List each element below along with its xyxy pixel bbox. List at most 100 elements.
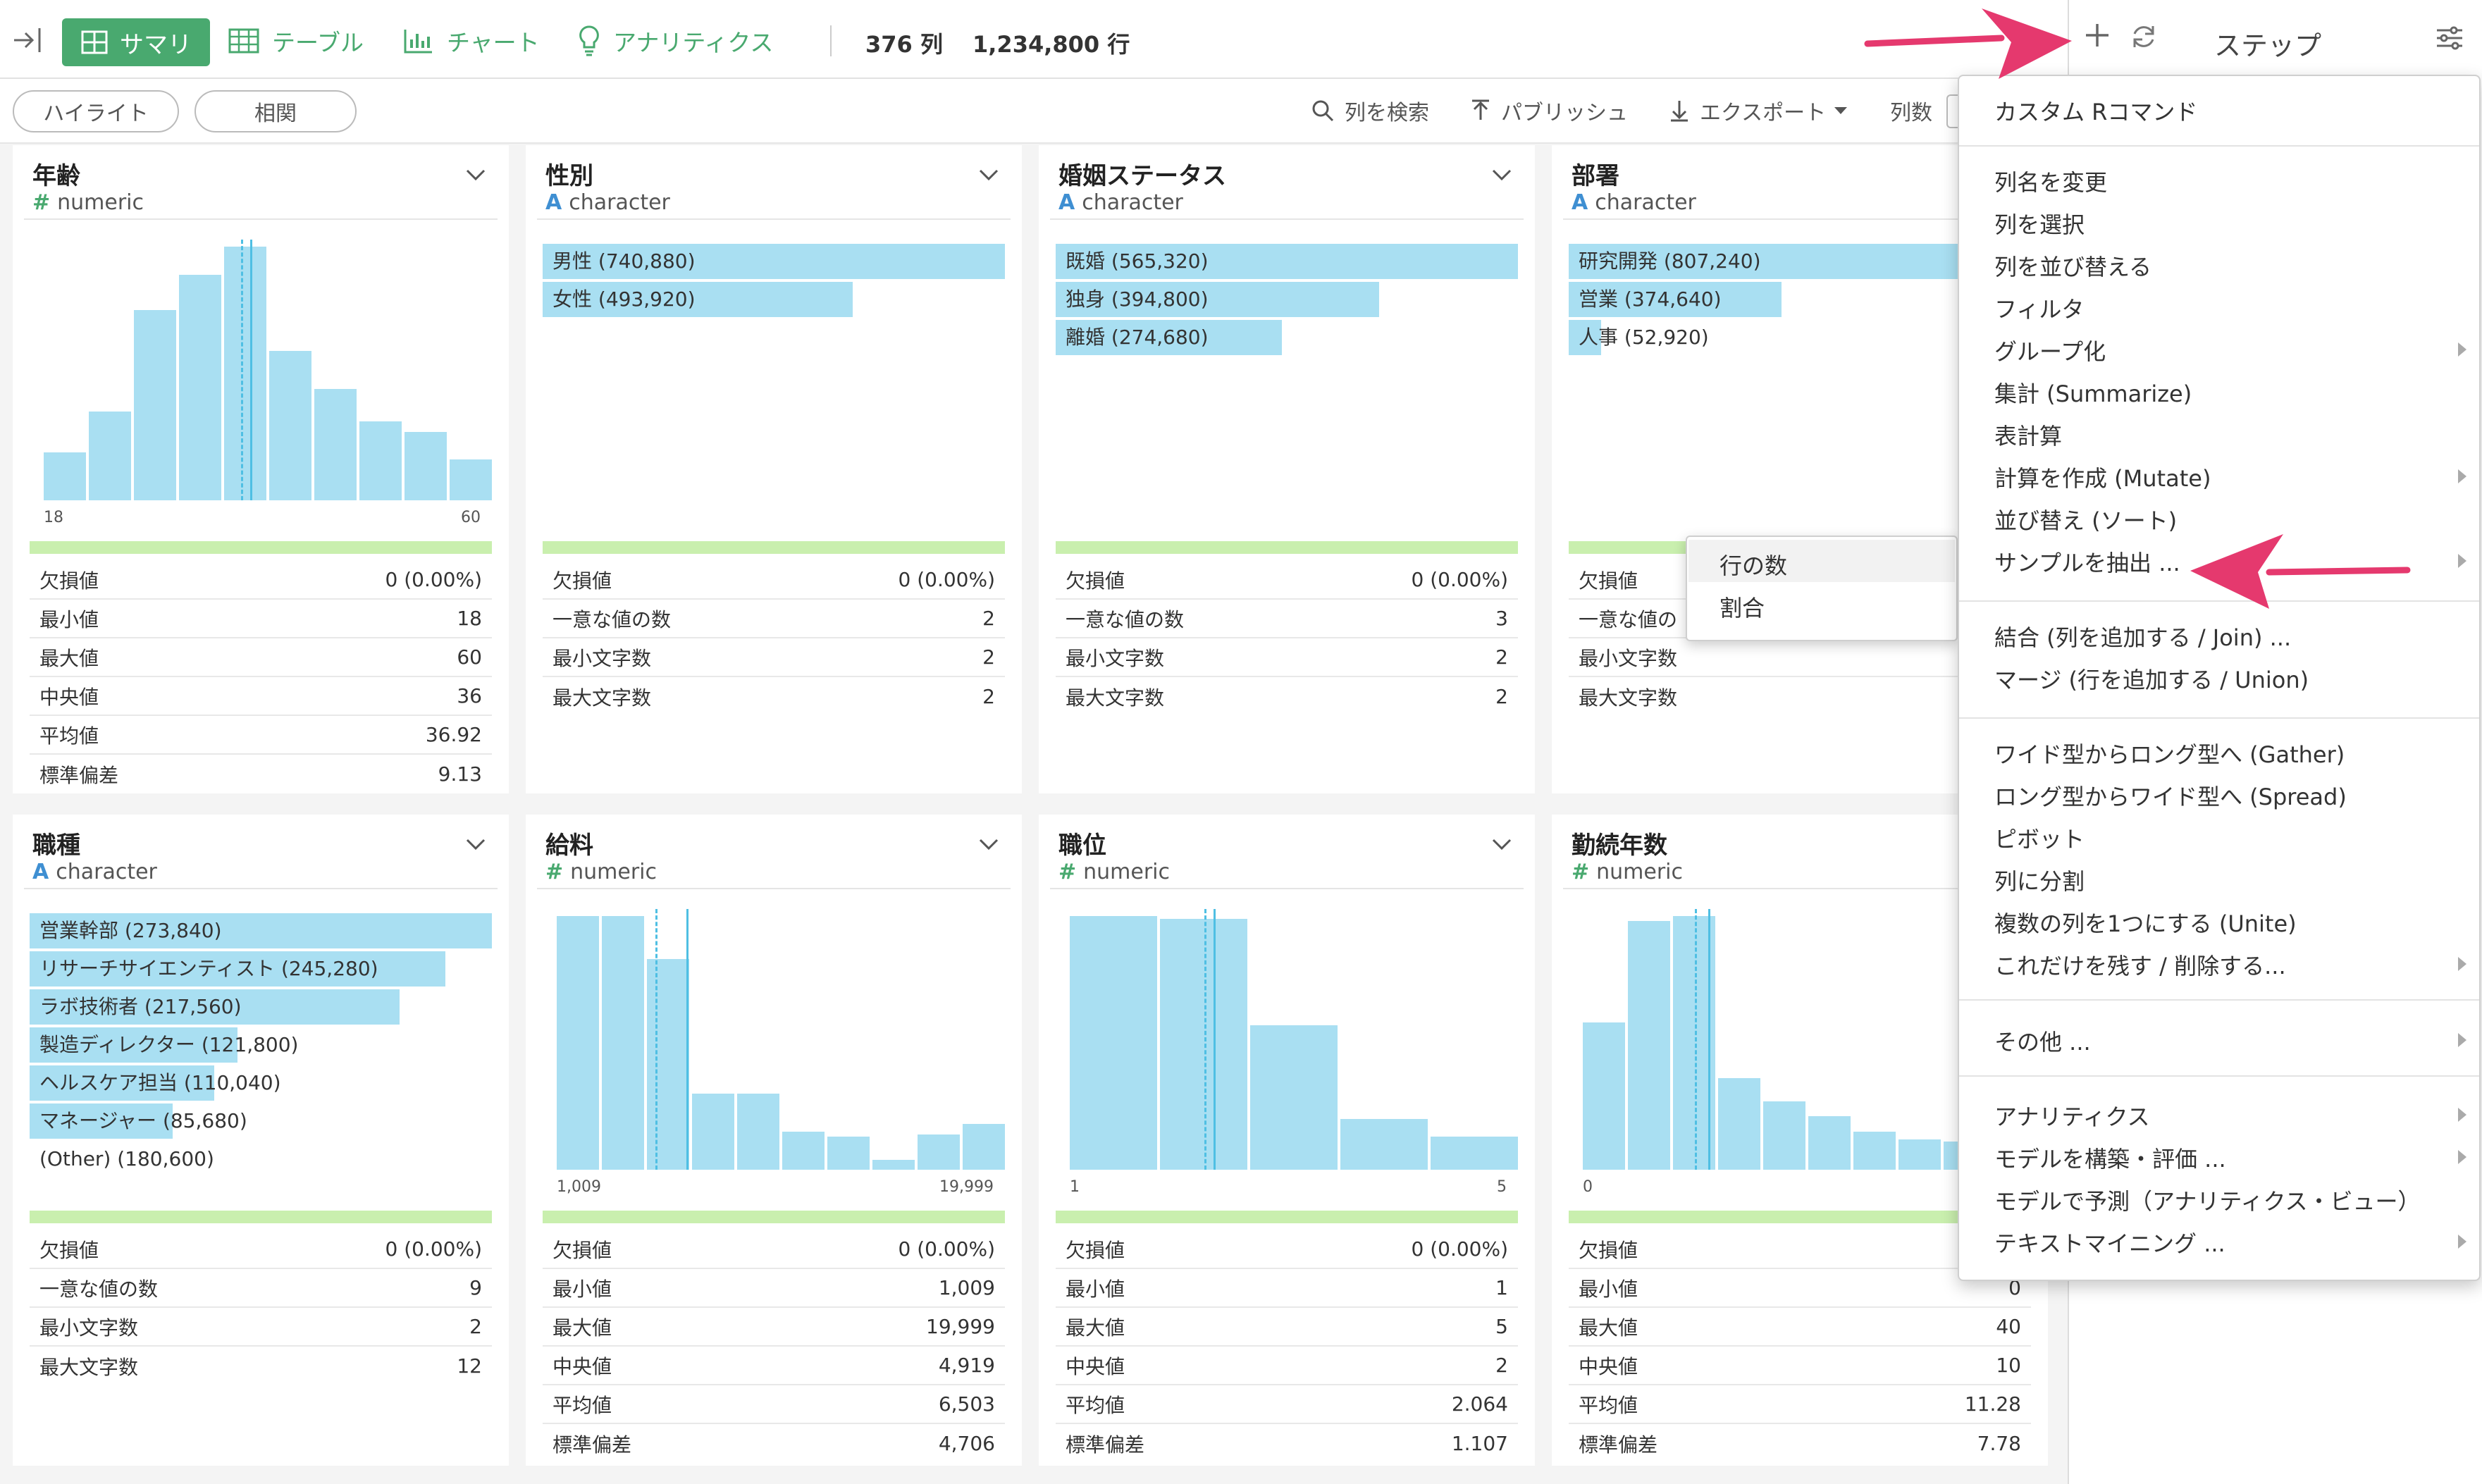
menu-item-group-by[interactable]: グループ化	[1994, 334, 2106, 366]
submenu-item-ratio[interactable]: 割合	[1720, 590, 1765, 623]
character-type-icon: A	[1058, 190, 1075, 215]
menu-item-pivot[interactable]: ピボット	[1994, 822, 2085, 854]
tab-chart[interactable]: チャート	[403, 20, 540, 62]
tab-table[interactable]: テーブル	[228, 20, 364, 62]
add-step-menu: カスタム Rコマンド 列名を変更列を選択列を並び替える フィルタグループ化集計 (S…	[1958, 75, 2481, 1281]
chevron-down-icon[interactable]	[978, 168, 999, 182]
menu-item-text-mining[interactable]: テキストマイニング ...	[1994, 1226, 2225, 1259]
stat-label: 標準偏差	[1579, 1433, 1658, 1457]
tab-analytics[interactable]: アナリティクス	[578, 20, 773, 62]
menu-item-select-columns[interactable]: 列を選択	[1994, 207, 2085, 240]
menu-item-mutate[interactable]: 計算を作成 (Mutate)	[1994, 461, 2211, 493]
stats-row: 一意な値の数 2	[543, 600, 1005, 638]
stat-label: 最大値	[39, 646, 99, 670]
bar-label: 営業 (374,640)	[1579, 287, 1722, 311]
bar-row[interactable]: マネージャー (85,680)	[30, 1103, 492, 1139]
bar-row[interactable]: リサーチサイエンティスト (245,280)	[30, 951, 492, 987]
stat-value: 18	[457, 607, 482, 630]
search-columns-button[interactable]: 列を検索	[1311, 93, 1429, 128]
menu-item-rename-columns[interactable]: 列名を変更	[1994, 165, 2107, 197]
collapse-sidebar-icon[interactable]	[11, 24, 44, 59]
stat-label: 標準偏差	[1066, 1433, 1145, 1457]
menu-item-join[interactable]: 結合 (列を追加する / Join) ...	[1994, 620, 2291, 653]
bar-row[interactable]: ヘルスケア担当 (110,040)	[30, 1065, 492, 1101]
axis-min-label: 1	[1070, 1178, 1080, 1196]
bar-row[interactable]: 既婚 (565,320)	[1056, 244, 1518, 279]
chevron-down-icon[interactable]	[978, 837, 999, 851]
menu-item-union[interactable]: マージ (行を追加する / Union)	[1994, 662, 2309, 695]
highlight-button[interactable]: ハイライト	[13, 90, 179, 132]
menu-item-unite[interactable]: 複数の列を1つにする (Unite)	[1994, 906, 2297, 939]
menu-item-sample[interactable]: サンプルを抽出 ...	[1994, 545, 2180, 578]
bar-row[interactable]: 離婚 (274,680)	[1056, 320, 1518, 355]
stat-label: 欠損値	[1579, 1238, 1638, 1262]
histogram-bar	[647, 959, 689, 1170]
stat-value: 2	[982, 607, 995, 630]
bar-label: リサーチサイエンティスト (245,280)	[39, 957, 378, 980]
refresh-icon[interactable]	[2130, 23, 2158, 54]
chevron-down-icon[interactable]	[465, 168, 486, 182]
completeness-bar	[1056, 541, 1518, 554]
menu-item-other[interactable]: その他 ...	[1994, 1025, 2091, 1057]
column-type: Acharacter	[1572, 190, 1696, 215]
axis-max-label: 19,999	[939, 1178, 994, 1196]
stats-table: 欠損値 0 (0.00%) 最小値 1,009 最大値 19,999 中央値 4,919 平均値…	[543, 1230, 1005, 1463]
settings-sliders-icon[interactable]	[2435, 25, 2464, 54]
chevron-down-icon[interactable]	[465, 837, 486, 851]
column-name: 給料	[545, 831, 593, 860]
stats-row: 最大値 40	[1569, 1308, 2031, 1347]
menu-item-predict-model[interactable]: モデルで予測（アナリティクス・ビュー）	[1994, 1184, 2420, 1216]
tab-summary[interactable]: サマリ	[62, 18, 210, 66]
export-button[interactable]: エクスポート	[1669, 93, 1848, 128]
menu-item-custom-r-command[interactable]: カスタム Rコマンド	[1994, 94, 2197, 127]
publish-button[interactable]: パブリッシュ	[1470, 93, 1628, 128]
menu-item-build-model[interactable]: モデルを構築・評価 ...	[1994, 1142, 2226, 1174]
mean-line	[686, 909, 689, 1170]
menu-separator	[1959, 999, 2479, 1001]
bar-row[interactable]: (Other) (180,600)	[30, 1142, 492, 1177]
stat-label: 最大文字数	[1066, 686, 1165, 710]
row-count: 1,234,800 行	[973, 31, 1130, 58]
correlation-button[interactable]: 相関	[195, 90, 357, 132]
column-type-label: character	[56, 860, 157, 884]
column-card: 職種 Acharacter 営業幹部 (273,840) リサーチサイエンティスト (…	[13, 815, 509, 1466]
histogram-bar	[963, 1124, 1005, 1170]
menu-item-analytics[interactable]: アナリティクス	[1994, 1099, 2149, 1132]
stats-row: 最小文字数 2	[543, 638, 1005, 677]
menu-item-sort[interactable]: 並び替え (ソート)	[1994, 503, 2177, 536]
stat-value: 36.92	[425, 723, 482, 746]
menu-item-summarize[interactable]: 集計 (Summarize)	[1994, 376, 2192, 409]
annotation-arrow-menu	[2190, 534, 2411, 609]
menu-item-keep-remove[interactable]: これだけを残す / 削除する...	[1994, 948, 2286, 981]
histogram-bar	[1340, 1119, 1428, 1170]
menu-item-spread[interactable]: ロング型からワイド型へ (Spread)	[1994, 779, 2347, 812]
bar-row[interactable]: ラボ技術者 (217,560)	[30, 989, 492, 1025]
menu-item-reorder-columns[interactable]: 列を並び替える	[1994, 249, 2151, 282]
numeric-type-icon: #	[545, 860, 564, 884]
chevron-down-icon[interactable]	[1491, 168, 1512, 182]
bar-row[interactable]: 女性 (493,920)	[543, 282, 1005, 317]
histogram-bar	[1250, 1025, 1338, 1170]
bar-label: 男性 (740,880)	[552, 249, 696, 273]
bar-row[interactable]: 独身 (394,800)	[1056, 282, 1518, 317]
header-divider	[537, 218, 1011, 220]
chevron-right-icon	[2458, 1235, 2466, 1249]
add-step-icon[interactable]	[2083, 21, 2111, 52]
bar-row[interactable]: 営業幹部 (273,840)	[30, 913, 492, 948]
menu-item-gather[interactable]: ワイド型からロング型へ (Gather)	[1994, 737, 2345, 769]
chevron-down-icon[interactable]	[1491, 837, 1512, 851]
menu-item-split-column[interactable]: 列に分割	[1994, 864, 2085, 896]
stats-table: 欠損値 0 (0.00%) 最小値 18 最大値 60 中央値 36 平均値 36.92 標準偏差 9…	[30, 561, 492, 793]
histogram-bar	[1070, 916, 1157, 1170]
bar-row[interactable]: 製造ディレクター (121,800)	[30, 1027, 492, 1063]
bar-row[interactable]: 男性 (740,880)	[543, 244, 1005, 279]
stats-table: 欠損値 0 (0.00%) 最小値 1 最大値 5 中央値 2 平均値 2.064 標準偏差 1.10…	[1056, 1230, 1518, 1463]
stat-value: 2	[1495, 685, 1508, 708]
histogram-bar	[827, 1137, 870, 1170]
menu-item-table-calculation[interactable]: 表計算	[1994, 419, 2062, 451]
submenu-item-row-count[interactable]: 行の数	[1720, 548, 1787, 581]
chevron-right-icon	[2458, 1150, 2466, 1164]
stats-row: 欠損値 0 (0.00%)	[1056, 1230, 1518, 1269]
numeric-type-icon: #	[1058, 860, 1077, 884]
menu-item-filter[interactable]: フィルタ	[1994, 292, 2084, 324]
